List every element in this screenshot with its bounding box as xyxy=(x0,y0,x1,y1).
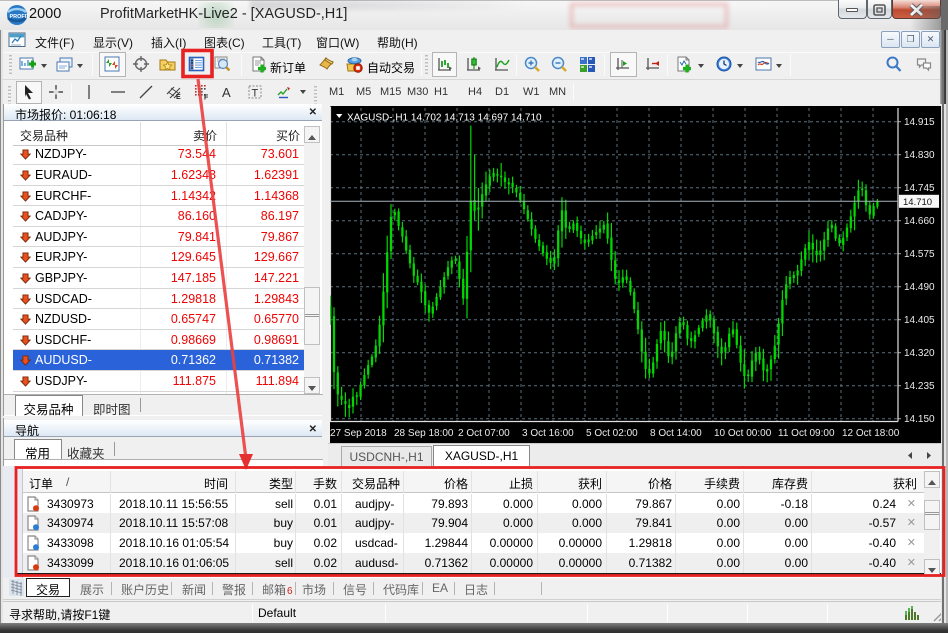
svg-text:5 Oct 02:00: 5 Oct 02:00 xyxy=(586,428,638,439)
svg-text:27 Sep 2018: 27 Sep 2018 xyxy=(330,428,387,439)
svg-text:3 Oct 16:00: 3 Oct 16:00 xyxy=(522,428,574,439)
svg-text:14.710: 14.710 xyxy=(903,197,932,208)
svg-text:F: F xyxy=(204,95,209,101)
svg-text:14.575: 14.575 xyxy=(904,249,935,260)
svg-text:14.745: 14.745 xyxy=(904,183,935,194)
svg-text:14.490: 14.490 xyxy=(904,282,935,293)
svg-text:E: E xyxy=(176,94,181,100)
svg-text:28 Sep 18:00: 28 Sep 18:00 xyxy=(394,428,454,439)
svg-text:T: T xyxy=(252,88,259,100)
svg-text:11 Oct 09:00: 11 Oct 09:00 xyxy=(778,428,835,439)
svg-text:XAGUSD-,H1 14.702 14.713 14.69: XAGUSD-,H1 14.702 14.713 14.697 14.710 xyxy=(347,113,542,124)
svg-text:14.320: 14.320 xyxy=(904,348,935,359)
svg-text:2 Oct 07:00: 2 Oct 07:00 xyxy=(458,428,510,439)
svg-text:14.660: 14.660 xyxy=(904,216,935,227)
svg-text:14.405: 14.405 xyxy=(904,315,935,326)
svg-text:10 Oct 00:00: 10 Oct 00:00 xyxy=(714,428,772,439)
svg-text:14.915: 14.915 xyxy=(904,117,935,128)
svg-text:14.830: 14.830 xyxy=(904,150,935,161)
svg-text:12 Oct 18:00: 12 Oct 18:00 xyxy=(842,428,900,439)
svg-text:PROFIT: PROFIT xyxy=(10,14,29,20)
svg-text:14.235: 14.235 xyxy=(904,381,935,392)
svg-text:A: A xyxy=(222,85,231,100)
svg-text:8 Oct 14:00: 8 Oct 14:00 xyxy=(650,428,702,439)
svg-text:14.150: 14.150 xyxy=(904,414,935,425)
